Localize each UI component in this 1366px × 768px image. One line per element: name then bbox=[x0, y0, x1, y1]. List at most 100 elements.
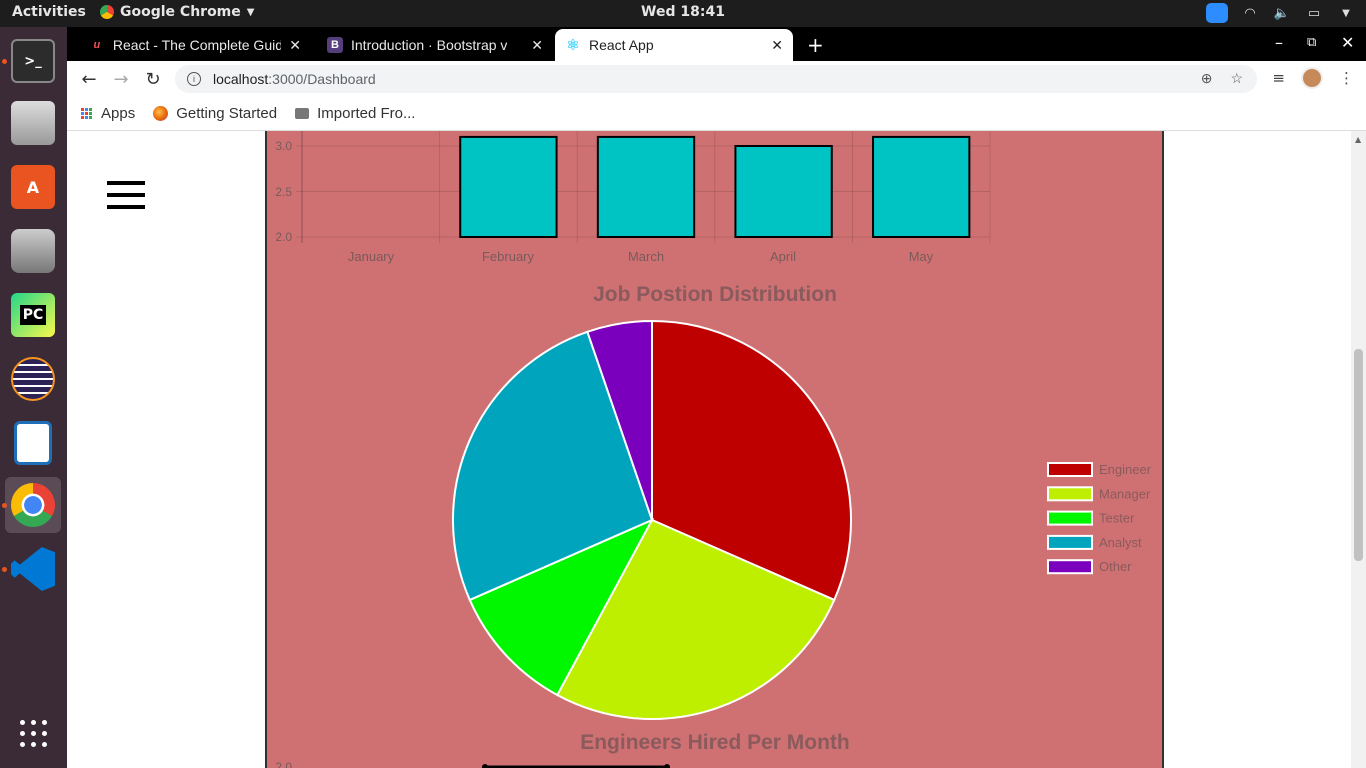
x-tick-label: February bbox=[482, 249, 535, 264]
eclipse-icon bbox=[11, 357, 55, 401]
y-tick-label: 2.0 bbox=[275, 230, 292, 244]
bootstrap-icon: B bbox=[327, 37, 343, 53]
y-tick-label: 2.5 bbox=[275, 185, 292, 199]
close-icon[interactable]: ✕ bbox=[289, 37, 301, 54]
chevron-down-icon: ▼ bbox=[246, 6, 255, 18]
legend-swatch bbox=[1047, 559, 1093, 575]
media-queue-icon[interactable]: ≡ bbox=[1272, 69, 1285, 87]
tab-udemy[interactable]: u React - The Complete Guid ✕ bbox=[79, 29, 311, 61]
bookmark-getting-started[interactable]: Getting Started bbox=[153, 105, 277, 122]
zoom-icon[interactable] bbox=[1206, 3, 1228, 23]
bar-march[interactable] bbox=[596, 135, 696, 238]
reload-button[interactable]: ↻ bbox=[141, 67, 165, 91]
legend-label: Engineer bbox=[1099, 462, 1152, 477]
legend-item-analyst[interactable]: Analyst bbox=[1047, 534, 1142, 550]
legend-label: Analyst bbox=[1099, 535, 1142, 550]
chevron-down-icon[interactable]: ▼ bbox=[1336, 3, 1356, 23]
back-button[interactable]: ← bbox=[77, 67, 101, 91]
bookmark-label: Getting Started bbox=[176, 105, 278, 122]
avatar[interactable] bbox=[1301, 67, 1323, 89]
running-indicator bbox=[2, 567, 7, 572]
tab-bootstrap[interactable]: B Introduction · Bootstrap v ✕ bbox=[317, 29, 553, 61]
tab-strip: u React - The Complete Guid ✕ B Introduc… bbox=[67, 27, 1366, 61]
legend-item-tester[interactable]: Tester bbox=[1047, 510, 1135, 526]
bar-chart-x-labels: January February March April May bbox=[348, 249, 934, 264]
pie-legend: Engineer Manager Tester Analyst Other bbox=[1047, 462, 1152, 575]
legend-label: Tester bbox=[1099, 511, 1135, 526]
battery-icon[interactable]: ▭ bbox=[1304, 3, 1324, 23]
minimize-button[interactable]: – bbox=[1275, 33, 1283, 52]
close-icon[interactable]: ✕ bbox=[771, 37, 783, 54]
apps-grid-icon bbox=[19, 719, 47, 747]
browser-toolbar: ← → ↻ i localhost:3000/Dashboard ⊕ ☆ ≡ ⋮ bbox=[67, 61, 1366, 97]
y-tick-label: 3.0 bbox=[275, 139, 292, 153]
vscode-icon bbox=[11, 547, 55, 591]
camera-icon bbox=[11, 229, 55, 273]
forward-button[interactable]: → bbox=[109, 67, 133, 91]
app-name-label: Google Chrome bbox=[120, 4, 241, 20]
bar-february[interactable] bbox=[459, 135, 558, 238]
terminal-icon: >_ bbox=[11, 39, 55, 83]
tab-title: React - The Complete Guid bbox=[112, 37, 282, 53]
ubuntu-dock: >_ A PC bbox=[0, 27, 67, 768]
hamburger-menu-icon[interactable] bbox=[107, 181, 145, 209]
chrome-icon bbox=[11, 483, 55, 527]
pycharm-icon: PC bbox=[11, 293, 55, 337]
wifi-icon[interactable]: ◠ bbox=[1240, 3, 1260, 23]
pie-chart bbox=[452, 319, 852, 720]
page-scrollbar[interactable]: ▲ bbox=[1351, 131, 1366, 768]
tab-title: Introduction · Bootstrap v bbox=[351, 37, 508, 53]
bar-may[interactable] bbox=[872, 135, 971, 238]
volume-icon[interactable]: 🔈 bbox=[1272, 3, 1292, 23]
legend-item-manager[interactable]: Manager bbox=[1047, 486, 1151, 502]
close-window-button[interactable]: ✕ bbox=[1341, 33, 1354, 52]
legend-label: Manager bbox=[1099, 486, 1151, 501]
url-host: localhost bbox=[213, 71, 269, 87]
info-icon[interactable]: i bbox=[187, 72, 201, 86]
pie-chart-title: Job Postion Distribution bbox=[593, 283, 837, 306]
y-tick-label: 2.0 bbox=[275, 760, 292, 768]
bar-april[interactable] bbox=[734, 145, 833, 238]
dock-files[interactable] bbox=[5, 95, 61, 151]
restore-button[interactable]: ⧉ bbox=[1307, 35, 1316, 50]
folder-icon bbox=[295, 108, 310, 119]
legend-item-engineer[interactable]: Engineer bbox=[1047, 462, 1152, 477]
next-chart-title: Engineers Hired Per Month bbox=[580, 731, 850, 754]
tab-react-app[interactable]: ⚛ React App ✕ bbox=[555, 29, 793, 61]
scroll-up-icon[interactable]: ▲ bbox=[1355, 135, 1361, 144]
legend-item-other[interactable]: Other bbox=[1047, 559, 1132, 575]
chrome-icon bbox=[100, 5, 114, 19]
legend-label: Other bbox=[1099, 559, 1132, 574]
bookmark-label: Apps bbox=[101, 105, 136, 122]
scrollbar-thumb[interactable] bbox=[1354, 349, 1363, 561]
dock-writer[interactable] bbox=[5, 415, 61, 471]
page-viewport: 3.0 2.5 2.0 January February March April… bbox=[67, 131, 1366, 768]
bookmark-star-icon[interactable]: ☆ bbox=[1230, 70, 1243, 87]
bar-chart-y-ticks: 3.0 2.5 2.0 bbox=[275, 139, 292, 244]
app-menu[interactable]: Google Chrome ▼ bbox=[100, 4, 254, 20]
react-icon: ⚛ bbox=[566, 37, 580, 54]
dock-chrome[interactable] bbox=[5, 477, 61, 533]
dock-camera[interactable] bbox=[5, 223, 61, 279]
gnome-top-bar: Activities Google Chrome ▼ Wed 18:41 ◠ 🔈… bbox=[0, 0, 1366, 27]
firefox-icon bbox=[153, 106, 169, 121]
address-bar[interactable]: i localhost:3000/Dashboard ⊕ ☆ bbox=[175, 65, 1257, 93]
menu-kebab-icon[interactable]: ⋮ bbox=[1339, 69, 1354, 87]
url-path: :3000/Dashboard bbox=[268, 71, 376, 87]
system-tray[interactable]: ◠ 🔈 ▭ ▼ bbox=[1206, 3, 1356, 23]
bar-corner-point bbox=[664, 764, 670, 768]
activities-button[interactable]: Activities bbox=[12, 4, 86, 20]
dock-terminal[interactable]: >_ bbox=[5, 33, 61, 89]
bookmarks-bar: Apps Getting Started Imported Fro... bbox=[67, 97, 1366, 131]
zoom-magnifier-icon[interactable]: ⊕ bbox=[1201, 70, 1213, 87]
close-icon[interactable]: ✕ bbox=[531, 37, 543, 54]
dock-software[interactable]: A bbox=[5, 159, 61, 215]
bookmark-imported[interactable]: Imported Fro... bbox=[295, 105, 415, 122]
dock-pycharm[interactable]: PC bbox=[5, 287, 61, 343]
dock-eclipse[interactable] bbox=[5, 351, 61, 407]
software-center-icon: A bbox=[11, 165, 55, 209]
dock-vscode[interactable] bbox=[5, 541, 61, 597]
bookmark-apps[interactable]: Apps bbox=[81, 105, 135, 122]
show-applications-button[interactable] bbox=[5, 705, 61, 761]
new-tab-button[interactable]: + bbox=[807, 33, 824, 57]
